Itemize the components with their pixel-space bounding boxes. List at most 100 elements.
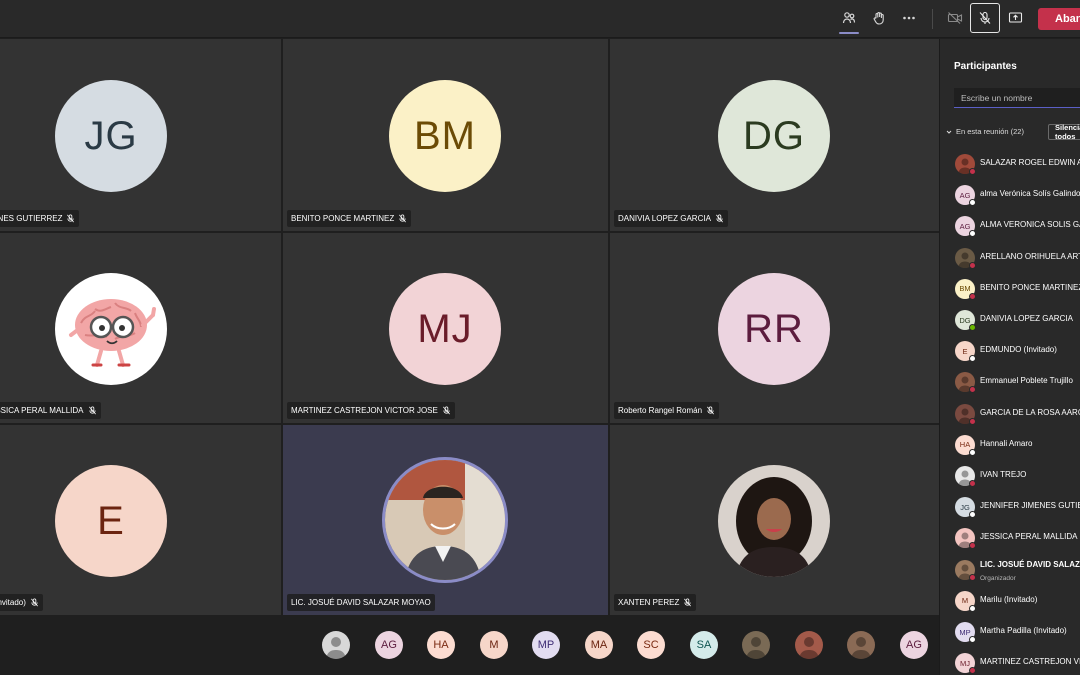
overflow-participants-strip: AG HA M MP MA SC SA AG [0, 615, 939, 675]
overflow-avatar[interactable]: MP [532, 631, 560, 659]
presence-status-icon [969, 511, 976, 519]
presence-status-icon [969, 448, 976, 456]
teams-meeting-window: Abandonar JG JENNIFER JIMENES GUTIERREZ … [0, 0, 1080, 675]
overflow-avatar[interactable] [322, 631, 350, 659]
avatar-initials: SC [643, 639, 659, 651]
woman-photo-icon [718, 465, 830, 577]
in-meeting-section-toggle[interactable]: En esta reunión (22) [946, 127, 1024, 136]
participant-name: DANIVIA LOPEZ GARCIA [618, 214, 711, 223]
overflow-avatar[interactable]: SA [690, 631, 718, 659]
participant-list-item[interactable]: Emmanuel Poblete Trujillo [940, 367, 1080, 397]
leave-button[interactable]: Abandonar [1038, 8, 1080, 30]
participant-list-item[interactable]: E EDMUNDO (Invitado) [940, 336, 1080, 366]
participant-name: SALAZAR ROGEL EDWIN A [980, 158, 1080, 167]
participant-list-item[interactable]: MP Martha Padilla (Invitado) [940, 617, 1080, 647]
toolbar-divider [932, 9, 933, 29]
overflow-avatar[interactable] [742, 631, 770, 659]
participant-list-item[interactable]: DG DANIVIA LOPEZ GARCIA [940, 305, 1080, 335]
mic-off-icon [30, 598, 38, 607]
participant-list-item[interactable]: GARCIA DE LA ROSA AARON [940, 399, 1080, 429]
mic-off-icon [67, 214, 75, 223]
video-tile[interactable]: DG DANIVIA LOPEZ GARCIA [610, 39, 939, 231]
presence-status-icon [969, 324, 976, 331]
avatar-initials: MJ [960, 658, 970, 668]
participant-list-item[interactable]: ARELLANO ORIHUELA ARTURO [940, 243, 1080, 273]
raise-hand-button[interactable] [864, 3, 894, 33]
more-actions-button[interactable] [894, 3, 924, 33]
mic-toggle-button[interactable] [970, 3, 1000, 33]
video-tile[interactable]: RR Roberto Rangel Román [610, 233, 939, 423]
mute-all-label: Silenciar a todos [1055, 123, 1080, 141]
mic-off-icon [88, 406, 96, 415]
participant-name: Marilu (Invitado) [980, 594, 1038, 604]
overflow-avatar[interactable]: AG [375, 631, 403, 659]
participant-avatar: JG [55, 80, 167, 192]
mic-off-icon [684, 598, 692, 607]
overflow-avatar[interactable]: SC [637, 631, 665, 659]
avatar-initials: MA [590, 639, 608, 651]
participant-name-tag: LIC. JOSUÉ DAVID SALAZAR MOYAO [287, 594, 435, 611]
participant-avatar: E [55, 465, 167, 577]
presence-status-icon [969, 355, 976, 363]
mic-off-icon [979, 11, 991, 24]
video-tile[interactable]: E EDMUNDO (Invitado) [0, 425, 281, 615]
participant-avatar [55, 273, 167, 385]
mute-all-button[interactable]: Silenciar a todos [1048, 123, 1080, 141]
participant-avatar: BM [389, 80, 501, 192]
participant-name-tag: BENITO PONCE MARTINEZ [287, 210, 412, 227]
participant-list-item[interactable]: M Marilu (Invitado) [940, 586, 1080, 616]
participants-toggle-button[interactable] [834, 3, 864, 34]
presence-status-icon [969, 604, 976, 612]
video-tile[interactable]: BM BENITO PONCE MARTINEZ [283, 39, 608, 231]
participant-name: IVAN TREJO [980, 470, 1027, 479]
participant-avatar: MJ [389, 273, 501, 385]
overflow-avatar[interactable]: MA [585, 631, 613, 659]
avatar-initials: MP [537, 639, 555, 651]
share-tray-button[interactable] [1000, 3, 1030, 33]
overflow-avatar[interactable]: AG [900, 631, 928, 659]
video-tile[interactable]: MJ MARTINEZ CASTREJON VICTOR JOSE [283, 233, 608, 423]
participant-list-item[interactable]: JG JENNIFER JIMENES GUTIERREZ [940, 492, 1080, 522]
participant-name: ALMA VERONICA SOLIS GALINDO [980, 220, 1080, 230]
overflow-avatar[interactable] [847, 631, 875, 659]
participant-name-tag: MARTINEZ CASTREJON VICTOR JOSE [287, 402, 455, 419]
participant-list-item[interactable]: AG alma Verónica Solís Galindo [940, 180, 1080, 210]
avatar-initials: E [97, 498, 125, 543]
participant-name: MARTINEZ CASTREJON VICTOR JOSE [291, 406, 438, 415]
participant-name: XANTEN PEREZ [618, 598, 680, 607]
participant-list-item[interactable]: JESSICA PERAL MALLIDA [940, 523, 1080, 553]
overflow-avatar[interactable]: HA [427, 631, 455, 659]
avatar-initials: MP [959, 627, 971, 637]
avatar-initials: BM [959, 284, 971, 294]
overflow-avatar[interactable] [795, 631, 823, 659]
mic-off-icon [442, 406, 450, 415]
participant-list-item[interactable]: AG ALMA VERONICA SOLIS GALINDO [940, 211, 1080, 241]
avatar-initials: BM [414, 113, 476, 158]
video-tile[interactable]: XANTEN PEREZ [610, 425, 939, 615]
camera-toggle-button[interactable] [940, 3, 970, 33]
participant-role: Organizador [980, 574, 1016, 582]
participant-list-item[interactable]: HA Hannali Amaro [940, 430, 1080, 460]
avatar-initials: M [961, 596, 969, 606]
participant-avatar [718, 465, 830, 577]
video-tile[interactable]: JG JENNIFER JIMENES GUTIERREZ [0, 39, 281, 231]
participant-name: LIC. JOSUÉ DAVID SALAZAR MOYAO [291, 598, 431, 607]
participant-name-tag: DANIVIA LOPEZ GARCIA [614, 210, 728, 227]
avatar-initials: DG [743, 113, 805, 158]
presence-status-icon [969, 168, 976, 175]
participant-list-item[interactable]: MJ MARTINEZ CASTREJON VICTOR JOSE [940, 648, 1080, 675]
participant-list-item[interactable]: SALAZAR ROGEL EDWIN A [940, 149, 1080, 179]
video-tile[interactable]: JESSICA PERAL MALLIDA [0, 233, 281, 423]
participant-name: ARELLANO ORIHUELA ARTURO [980, 251, 1080, 261]
overflow-avatar[interactable]: M [480, 631, 508, 659]
participant-name-tag: JENNIFER JIMENES GUTIERREZ [0, 210, 80, 227]
participant-list-item[interactable]: BM BENITO PONCE MARTINEZ [940, 274, 1080, 304]
leave-button-label: Abandonar [1055, 13, 1080, 25]
avatar-initials: SA [696, 639, 712, 651]
presence-status-icon [969, 417, 976, 425]
participant-search-input[interactable]: Escribe un nombre [954, 88, 1080, 108]
participant-name: MARTINEZ CASTREJON VICTOR JOSE [980, 657, 1080, 667]
participant-list-item[interactable]: LIC. JOSUÉ DAVID SALAZAR MOYAO Organizado… [940, 555, 1080, 585]
participant-list-item[interactable]: IVAN TREJO [940, 461, 1080, 491]
video-tile-active-speaker[interactable]: LIC. JOSUÉ DAVID SALAZAR MOYAO [283, 425, 608, 615]
